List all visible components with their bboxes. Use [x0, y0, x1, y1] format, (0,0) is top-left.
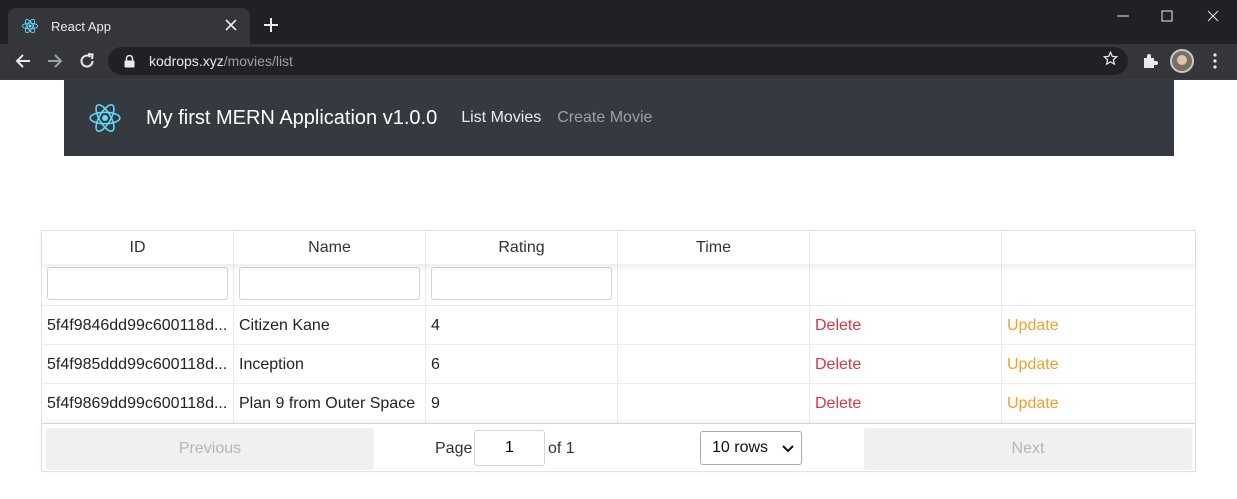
rows-per-page-value: 10 rows: [712, 439, 769, 456]
delete-button[interactable]: Delete: [815, 395, 861, 412]
rows-per-page-select[interactable]: 10 rows: [700, 431, 802, 465]
reload-icon[interactable]: [76, 50, 98, 72]
delete-button[interactable]: Delete: [815, 317, 861, 334]
nav-link-list-movies[interactable]: List Movies: [461, 109, 541, 127]
forward-arrow-icon[interactable]: [44, 50, 66, 72]
cell-id: 5f4f985ddd99c600118d...: [42, 345, 234, 384]
url-text[interactable]: kodrops.xyz/movies/list: [149, 53, 1103, 69]
tab-strip: React App: [0, 0, 1237, 44]
filter-cell-id: [42, 264, 234, 306]
cell-id: 5f4f9846dd99c600118d...: [42, 306, 234, 345]
app-navbar: My first MERN Application v1.0.0 List Mo…: [64, 80, 1174, 156]
filter-row: [42, 264, 1195, 306]
filter-cell-time: [618, 264, 810, 306]
react-favicon: [21, 17, 39, 35]
page-number-input[interactable]: [474, 430, 545, 466]
update-button[interactable]: Update: [1007, 317, 1059, 334]
react-logo-icon[interactable]: [88, 101, 122, 135]
cell-update: Update: [1002, 384, 1195, 423]
filter-rating-input[interactable]: [431, 267, 612, 300]
filter-cell-rating: [426, 264, 618, 306]
cell-time: [618, 345, 810, 384]
chevron-down-icon: [781, 441, 795, 455]
cell-update: Update: [1002, 306, 1195, 345]
cell-name: Plan 9 from Outer Space: [234, 384, 426, 423]
page-label: Page: [435, 440, 473, 457]
address-bar[interactable]: kodrops.xyz/movies/list: [108, 47, 1128, 75]
cell-delete: Delete: [810, 384, 1002, 423]
cell-delete: Delete: [810, 306, 1002, 345]
next-button[interactable]: Next: [864, 428, 1192, 470]
url-path: /movies/list: [223, 53, 293, 69]
browser-tab[interactable]: React App: [8, 8, 250, 44]
browser-chrome: React App kodrops.xyz/movies/list: [0, 0, 1237, 80]
lock-icon[interactable]: [122, 54, 136, 68]
url-host: kodrops.xyz: [149, 53, 224, 69]
filter-cell-name: [234, 264, 426, 306]
header-name[interactable]: Name: [234, 231, 426, 264]
brand-title[interactable]: My first MERN Application v1.0.0: [146, 107, 437, 130]
cell-id: 5f4f9869dd99c600118d...: [42, 384, 234, 423]
cell-name: Citizen Kane: [234, 306, 426, 345]
header-delete: [810, 231, 1002, 264]
nav-link-create-movie[interactable]: Create Movie: [557, 109, 652, 127]
pagination-bar: Previous Page of 1 10 rows Next: [42, 423, 1195, 472]
cell-rating: 9: [426, 384, 618, 423]
table-row: 5f4f9846dd99c600118d... Citizen Kane 4 D…: [42, 306, 1195, 345]
table-header: ID Name Rating Time: [42, 231, 1195, 264]
minimize-icon[interactable]: [1103, 4, 1143, 28]
filter-name-input[interactable]: [239, 267, 420, 300]
header-time[interactable]: Time: [618, 231, 810, 264]
filter-cell-update: [1002, 264, 1195, 306]
delete-button[interactable]: Delete: [815, 356, 861, 373]
previous-button[interactable]: Previous: [46, 428, 374, 470]
header-update: [1002, 231, 1195, 264]
maximize-icon[interactable]: [1147, 4, 1187, 28]
table-row: 5f4f985ddd99c600118d... Inception 6 Dele…: [42, 345, 1195, 384]
window-close-icon[interactable]: [1193, 4, 1233, 28]
header-id[interactable]: ID: [42, 231, 234, 264]
cell-time: [618, 384, 810, 423]
close-icon[interactable]: [222, 17, 240, 35]
cell-rating: 4: [426, 306, 618, 345]
kebab-menu-icon[interactable]: [1204, 50, 1226, 72]
plus-icon[interactable]: [259, 14, 283, 38]
extensions-icon[interactable]: [1139, 50, 1161, 72]
tab-title: React App: [51, 18, 111, 34]
page-total: of 1: [548, 440, 575, 457]
header-rating[interactable]: Rating: [426, 231, 618, 264]
update-button[interactable]: Update: [1007, 356, 1059, 373]
table-row: 5f4f9869dd99c600118d... Plan 9 from Oute…: [42, 384, 1195, 423]
cell-rating: 6: [426, 345, 618, 384]
filter-id-input[interactable]: [47, 267, 228, 300]
movies-table: ID Name Rating Time 5f4f9846dd99c600118d…: [41, 230, 1196, 472]
cell-name: Inception: [234, 345, 426, 384]
cell-time: [618, 306, 810, 345]
profile-avatar[interactable]: [1170, 49, 1194, 73]
back-arrow-icon[interactable]: [12, 50, 34, 72]
star-icon[interactable]: [1102, 50, 1119, 71]
filter-cell-delete: [810, 264, 1002, 306]
cell-update: Update: [1002, 345, 1195, 384]
update-button[interactable]: Update: [1007, 395, 1059, 412]
cell-delete: Delete: [810, 345, 1002, 384]
